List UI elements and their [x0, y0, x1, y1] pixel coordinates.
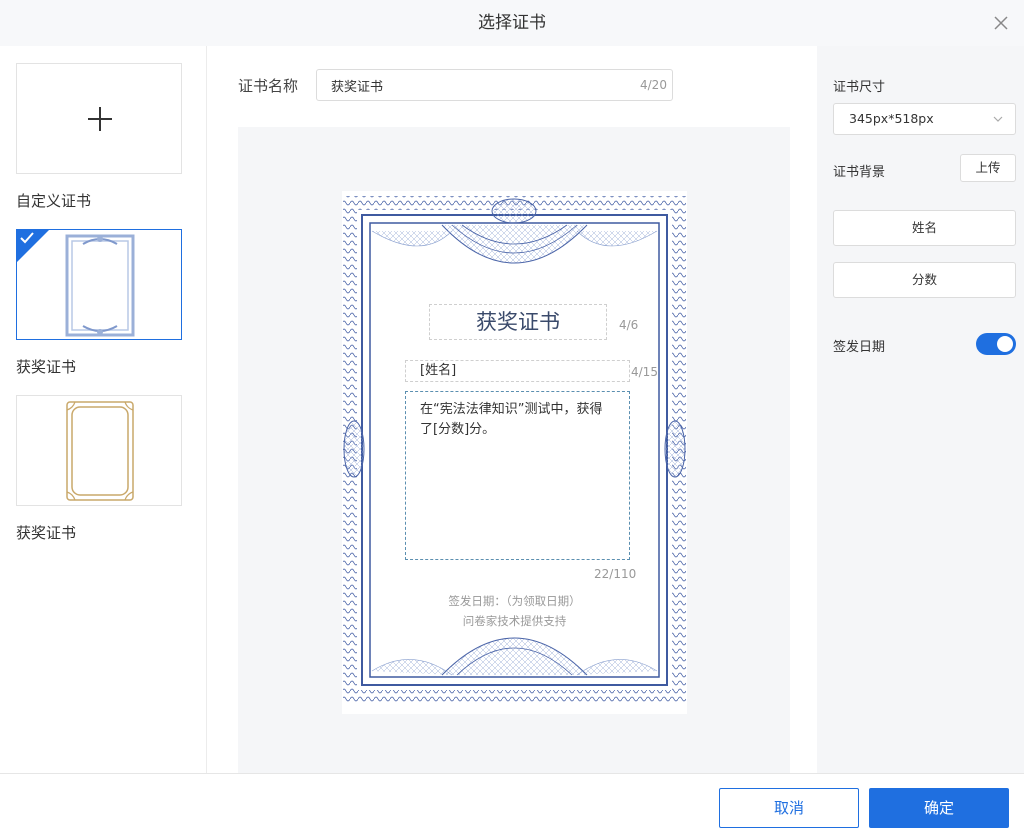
certificate-name-input[interactable] — [316, 69, 673, 101]
template-label: 自定义证书 — [16, 192, 92, 210]
certificate-support-text: 问卷家技术提供支持 — [462, 614, 567, 628]
dialog-header: 选择证书 — [0, 0, 1024, 46]
certificate-issue-date-text: 签发日期：（为领取日期） — [448, 594, 581, 608]
cancel-button[interactable]: 取消 — [719, 788, 859, 828]
certificate-title-count: 4/6 — [619, 318, 639, 332]
certificate-name-label: 证书名称 — [238, 77, 299, 95]
upload-background-button[interactable]: 上传 — [960, 154, 1016, 182]
template-card-gold[interactable] — [16, 395, 182, 506]
certificate-editor: 证书名称 4/20 — [208, 46, 817, 773]
certificate-size-value: 345px*518px — [849, 111, 934, 126]
issue-date-toggle[interactable] — [976, 333, 1016, 355]
certificate-preview-area: 获奖证书 4/6 [姓名] 4/15 在“宪法法律知识”测试中，获得了[分数]分… — [238, 127, 790, 773]
template-sidebar: 自定义证书 获奖证书 获奖证书 — [0, 46, 207, 773]
check-icon — [20, 232, 34, 244]
certificate-name-placeholder-field[interactable]: [姓名] — [405, 360, 630, 382]
certificate-preview: 获奖证书 4/6 [姓名] 4/15 在“宪法法律知识”测试中，获得了[分数]分… — [342, 191, 687, 714]
gold-border-thumbnail — [66, 401, 134, 501]
certificate-name-count: 4/20 — [640, 78, 667, 92]
chevron-down-icon — [993, 116, 1003, 122]
dialog-title: 选择证书 — [478, 13, 546, 33]
dialog-footer: 取消 确定 — [0, 773, 1024, 831]
insert-score-field-button[interactable]: 分数 — [833, 262, 1016, 298]
certificate-body-textarea[interactable]: 在“宪法法律知识”测试中，获得了[分数]分。 — [405, 391, 630, 560]
certificate-size-select[interactable]: 345px*518px — [833, 103, 1016, 135]
certificate-name-placeholder-count: 4/15 — [631, 365, 658, 379]
certificate-body-count: 22/110 — [594, 567, 637, 581]
template-card-blue[interactable] — [16, 229, 182, 340]
close-icon[interactable] — [992, 14, 1010, 32]
confirm-button[interactable]: 确定 — [869, 788, 1009, 828]
certificate-background-label: 证书背景 — [833, 165, 886, 180]
issue-date-label: 签发日期 — [833, 340, 886, 355]
custom-certificate-card[interactable] — [16, 63, 182, 174]
insert-name-field-button[interactable]: 姓名 — [833, 210, 1016, 246]
settings-panel: 证书尺寸 345px*518px 证书背景 上传 姓名 分数 签发日期 — [817, 46, 1024, 773]
certificate-title-field[interactable]: 获奖证书 — [429, 304, 607, 340]
certificate-size-label: 证书尺寸 — [833, 80, 886, 95]
template-label: 获奖证书 — [16, 358, 77, 376]
template-label: 获奖证书 — [16, 524, 77, 542]
